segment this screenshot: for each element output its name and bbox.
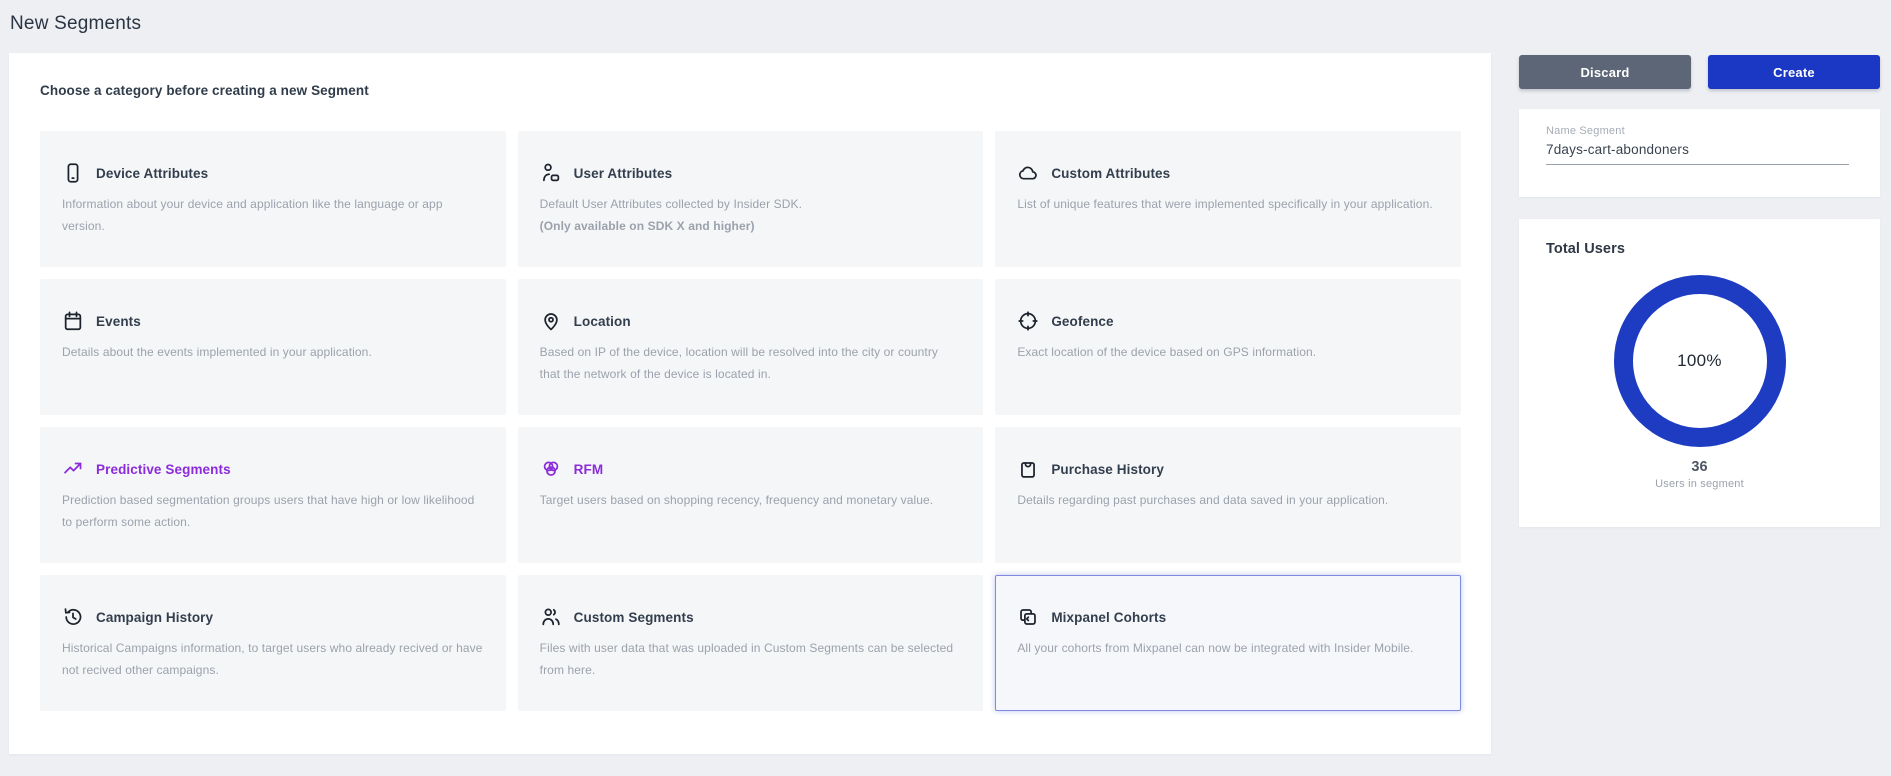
category-grid: Device Attributes Information about your… — [40, 131, 1461, 711]
page-title: New Segments — [10, 13, 141, 35]
category-card-head: Device Attributes — [62, 161, 483, 185]
category-card-title: Geofence — [1051, 314, 1113, 329]
category-card-head: Location — [540, 309, 961, 333]
category-card-purchase-history[interactable]: Purchase History Details regarding past … — [995, 427, 1461, 563]
total-users-donut-chart: 100% — [1614, 275, 1786, 447]
category-card-events[interactable]: Events Details about the events implemen… — [40, 279, 506, 415]
category-card-location[interactable]: Location Based on IP of the device, loca… — [518, 279, 984, 415]
category-card-title: Custom Attributes — [1051, 166, 1170, 181]
category-card-description: Default User Attributes collected by Ins… — [540, 193, 961, 237]
category-card-custom-segments[interactable]: Custom Segments Files with user data tha… — [518, 575, 984, 711]
category-card-description: Details regarding past purchases and dat… — [1017, 489, 1438, 511]
user-card-icon — [540, 162, 562, 184]
category-panel: Choose a category before creating a new … — [9, 53, 1491, 754]
category-card-head: Custom Attributes — [1017, 161, 1438, 185]
category-card-title: User Attributes — [574, 166, 673, 181]
map-pin-icon — [540, 310, 562, 332]
name-segment-input[interactable] — [1546, 142, 1849, 165]
category-card-head: Geofence — [1017, 309, 1438, 333]
category-card-campaign-history[interactable]: Campaign History Historical Campaigns in… — [40, 575, 506, 711]
donut-percent-label: 100% — [1677, 351, 1722, 371]
category-card-description: List of unique features that were implem… — [1017, 193, 1438, 215]
category-card-title: Location — [574, 314, 631, 329]
category-card-custom-attributes[interactable]: Custom Attributes List of unique feature… — [995, 131, 1461, 267]
category-card-head: Campaign History — [62, 605, 483, 629]
category-card-description: Historical Campaigns information, to tar… — [62, 637, 483, 681]
category-card-description: Prediction based segmentation groups use… — [62, 489, 483, 533]
category-card-head: User Attributes — [540, 161, 961, 185]
trending-up-icon — [62, 458, 84, 480]
category-card-description: Files with user data that was uploaded i… — [540, 637, 961, 681]
create-button[interactable]: Create — [1708, 55, 1880, 89]
category-card-description: Based on IP of the device, location will… — [540, 341, 961, 385]
calendar-icon — [62, 310, 84, 332]
users-icon — [540, 606, 562, 628]
category-card-user-attributes[interactable]: User Attributes Default User Attributes … — [518, 131, 984, 267]
category-card-title: Device Attributes — [96, 166, 208, 181]
venn-diagram-icon — [540, 458, 562, 480]
category-card-title: Campaign History — [96, 610, 213, 625]
category-card-title: Mixpanel Cohorts — [1051, 610, 1166, 625]
linked-squares-icon — [1017, 606, 1039, 628]
name-segment-label: Name Segment — [1546, 125, 1853, 137]
action-buttons: Discard Create — [1519, 55, 1880, 89]
history-clock-icon — [62, 606, 84, 628]
category-card-head: RFM — [540, 457, 961, 481]
category-card-head: Predictive Segments — [62, 457, 483, 481]
category-card-title: Purchase History — [1051, 462, 1164, 477]
name-segment-card: Name Segment — [1519, 109, 1880, 197]
sidebar: Discard Create Name Segment Total Users … — [1519, 55, 1880, 527]
category-card-description: Exact location of the device based on GP… — [1017, 341, 1438, 363]
total-users-card: Total Users 100% 36 Users in segment — [1519, 219, 1880, 527]
users-count-caption: Users in segment — [1519, 478, 1880, 490]
category-card-device-attributes[interactable]: Device Attributes Information about your… — [40, 131, 506, 267]
category-card-head: Purchase History — [1017, 457, 1438, 481]
category-card-mixpanel-cohorts[interactable]: Mixpanel Cohorts All your cohorts from M… — [995, 575, 1461, 711]
category-card-head: Mixpanel Cohorts — [1017, 605, 1438, 629]
category-card-description: Target users based on shopping recency, … — [540, 489, 961, 511]
category-card-head: Events — [62, 309, 483, 333]
category-card-description: All your cohorts from Mixpanel can now b… — [1017, 637, 1438, 659]
category-card-rfm[interactable]: RFM Target users based on shopping recen… — [518, 427, 984, 563]
category-card-title: Events — [96, 314, 141, 329]
category-card-description: Details about the events implemented in … — [62, 341, 483, 363]
discard-button[interactable]: Discard — [1519, 55, 1691, 89]
category-card-title: RFM — [574, 462, 604, 477]
category-card-predictive-segments[interactable]: Predictive Segments Prediction based seg… — [40, 427, 506, 563]
shopping-bag-icon — [1017, 458, 1039, 480]
crosshair-icon — [1017, 310, 1039, 332]
category-card-description: Information about your device and applic… — [62, 193, 483, 237]
total-users-title: Total Users — [1519, 241, 1880, 257]
users-count: 36 — [1519, 459, 1880, 475]
smartphone-icon — [62, 162, 84, 184]
panel-subtitle: Choose a category before creating a new … — [40, 83, 1461, 98]
category-card-head: Custom Segments — [540, 605, 961, 629]
cloud-icon — [1017, 162, 1039, 184]
category-card-title: Predictive Segments — [96, 462, 231, 477]
category-card-title: Custom Segments — [574, 610, 694, 625]
category-card-geofence[interactable]: Geofence Exact location of the device ba… — [995, 279, 1461, 415]
